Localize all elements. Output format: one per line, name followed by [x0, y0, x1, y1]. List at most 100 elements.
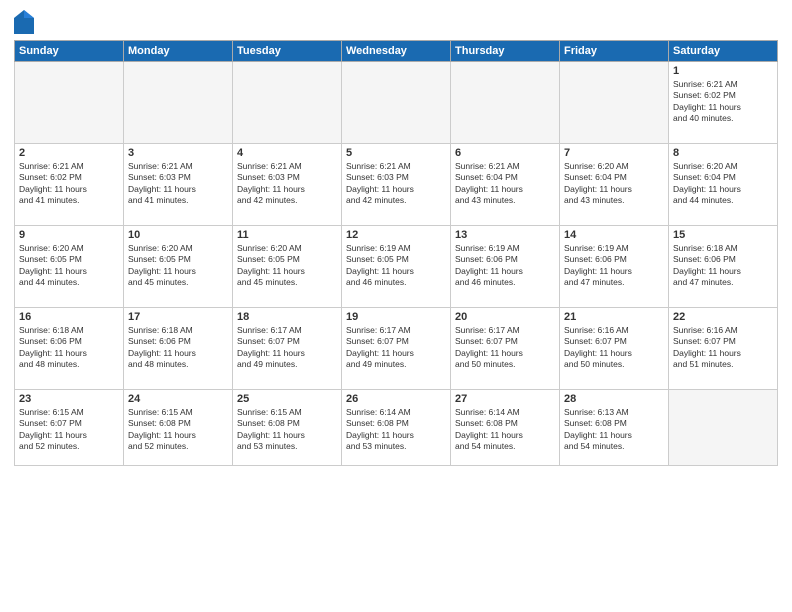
- day-info: Sunrise: 6:19 AM Sunset: 6:05 PM Dayligh…: [346, 243, 446, 289]
- calendar-cell: 10Sunrise: 6:20 AM Sunset: 6:05 PM Dayli…: [124, 226, 233, 308]
- calendar-cell: 8 Sunrise: 6:20 AM Sunset: 6:04 PM Daylig…: [669, 144, 778, 226]
- day-number: 1: [673, 65, 773, 77]
- calendar-cell: 28 Sunrise: 6:13 AM Sunset: 6:08 PM Dayli…: [560, 390, 669, 466]
- calendar-cell: 18 Sunrise: 6:17 AM Sunset: 6:07 PM Dayli…: [233, 308, 342, 390]
- day-info: Sunrise: 6:16 AM Sunset: 6:07 PM Dayligh…: [673, 325, 773, 371]
- calendar-week-row: 9 Sunrise: 6:20 AM Sunset: 6:05 PM Daylig…: [15, 226, 778, 308]
- calendar-cell: 16 Sunrise: 6:18 AM Sunset: 6:06 PM Dayli…: [15, 308, 124, 390]
- calendar-table: SundayMondayTuesdayWednesdayThursdayFrid…: [14, 40, 778, 466]
- day-info: Sunrise: 6:21 AM Sunset: 6:02 PM Dayligh…: [673, 79, 773, 125]
- day-info: Sunrise: 6:19 AM Sunset: 6:06 PM Dayligh…: [455, 243, 555, 289]
- calendar-cell: 21 Sunrise: 6:16 AM Sunset: 6:07 PM Dayli…: [560, 308, 669, 390]
- day-number: 12: [346, 229, 446, 241]
- day-info: Sunrise: 6:17 AM Sunset: 6:07 PM Dayligh…: [346, 325, 446, 371]
- calendar-cell: 23Sunrise: 6:15 AM Sunset: 6:07 PM Dayli…: [15, 390, 124, 466]
- day-number: 25: [237, 393, 337, 405]
- day-number: 2: [19, 147, 119, 159]
- calendar-cell: [342, 62, 451, 144]
- day-header-monday: Monday: [124, 41, 233, 62]
- day-info: Sunrise: 6:21 AM Sunset: 6:03 PM Dayligh…: [237, 161, 337, 207]
- day-info: Sunrise: 6:18 AM Sunset: 6:06 PM Dayligh…: [128, 325, 228, 371]
- day-info: Sunrise: 6:18 AM Sunset: 6:06 PM Dayligh…: [19, 325, 119, 371]
- calendar-cell: 11 Sunrise: 6:20 AM Sunset: 6:05 PM Dayli…: [233, 226, 342, 308]
- calendar-cell: 13 Sunrise: 6:19 AM Sunset: 6:06 PM Dayli…: [451, 226, 560, 308]
- day-number: 26: [346, 393, 446, 405]
- calendar-cell: 3Sunrise: 6:21 AM Sunset: 6:03 PM Daylig…: [124, 144, 233, 226]
- calendar-cell: [233, 62, 342, 144]
- day-number: 21: [564, 311, 664, 323]
- calendar-cell: [560, 62, 669, 144]
- day-header-wednesday: Wednesday: [342, 41, 451, 62]
- day-number: 17: [128, 311, 228, 323]
- day-number: 7: [564, 147, 664, 159]
- day-info: Sunrise: 6:16 AM Sunset: 6:07 PM Dayligh…: [564, 325, 664, 371]
- day-info: Sunrise: 6:21 AM Sunset: 6:03 PM Dayligh…: [128, 161, 228, 207]
- calendar-cell: [124, 62, 233, 144]
- calendar-cell: 19 Sunrise: 6:17 AM Sunset: 6:07 PM Dayli…: [342, 308, 451, 390]
- calendar-cell: 12 Sunrise: 6:19 AM Sunset: 6:05 PM Dayli…: [342, 226, 451, 308]
- calendar-cell: 17 Sunrise: 6:18 AM Sunset: 6:06 PM Dayli…: [124, 308, 233, 390]
- day-number: 8: [673, 147, 773, 159]
- day-number: 15: [673, 229, 773, 241]
- day-info: Sunrise: 6:13 AM Sunset: 6:08 PM Dayligh…: [564, 407, 664, 453]
- calendar-cell: 5 Sunrise: 6:21 AM Sunset: 6:03 PM Daylig…: [342, 144, 451, 226]
- day-number: 28: [564, 393, 664, 405]
- calendar-cell: 22 Sunrise: 6:16 AM Sunset: 6:07 PM Dayli…: [669, 308, 778, 390]
- day-number: 22: [673, 311, 773, 323]
- logo-icon: [14, 10, 34, 34]
- calendar-week-row: 16 Sunrise: 6:18 AM Sunset: 6:06 PM Dayli…: [15, 308, 778, 390]
- day-number: 20: [455, 311, 555, 323]
- calendar-cell: 7 Sunrise: 6:20 AM Sunset: 6:04 PM Daylig…: [560, 144, 669, 226]
- day-number: 18: [237, 311, 337, 323]
- calendar-cell: 25 Sunrise: 6:15 AM Sunset: 6:08 PM Dayli…: [233, 390, 342, 466]
- day-number: 5: [346, 147, 446, 159]
- day-info: Sunrise: 6:21 AM Sunset: 6:04 PM Dayligh…: [455, 161, 555, 207]
- page: SundayMondayTuesdayWednesdayThursdayFrid…: [0, 0, 792, 612]
- calendar-cell: 20 Sunrise: 6:17 AM Sunset: 6:07 PM Dayli…: [451, 308, 560, 390]
- day-info: Sunrise: 6:21 AM Sunset: 6:02 PM Dayligh…: [19, 161, 119, 207]
- day-info: Sunrise: 6:20 AM Sunset: 6:04 PM Dayligh…: [673, 161, 773, 207]
- day-number: 23: [19, 393, 119, 405]
- calendar-cell: [15, 62, 124, 144]
- calendar-cell: 9 Sunrise: 6:20 AM Sunset: 6:05 PM Daylig…: [15, 226, 124, 308]
- calendar-header-row: SundayMondayTuesdayWednesdayThursdayFrid…: [15, 41, 778, 62]
- day-number: 27: [455, 393, 555, 405]
- day-header-thursday: Thursday: [451, 41, 560, 62]
- calendar-cell: 15Sunrise: 6:18 AM Sunset: 6:06 PM Dayli…: [669, 226, 778, 308]
- calendar-cell: 4 Sunrise: 6:21 AM Sunset: 6:03 PM Daylig…: [233, 144, 342, 226]
- day-info: Sunrise: 6:20 AM Sunset: 6:04 PM Dayligh…: [564, 161, 664, 207]
- day-number: 14: [564, 229, 664, 241]
- day-info: Sunrise: 6:21 AM Sunset: 6:03 PM Dayligh…: [346, 161, 446, 207]
- day-info: Sunrise: 6:15 AM Sunset: 6:08 PM Dayligh…: [128, 407, 228, 453]
- calendar-week-row: 2 Sunrise: 6:21 AM Sunset: 6:02 PM Daylig…: [15, 144, 778, 226]
- day-info: Sunrise: 6:20 AM Sunset: 6:05 PM Dayligh…: [237, 243, 337, 289]
- day-info: Sunrise: 6:19 AM Sunset: 6:06 PM Dayligh…: [564, 243, 664, 289]
- day-info: Sunrise: 6:17 AM Sunset: 6:07 PM Dayligh…: [237, 325, 337, 371]
- calendar-cell: [669, 390, 778, 466]
- day-info: Sunrise: 6:14 AM Sunset: 6:08 PM Dayligh…: [346, 407, 446, 453]
- header: [14, 10, 778, 34]
- calendar-week-row: 23Sunrise: 6:15 AM Sunset: 6:07 PM Dayli…: [15, 390, 778, 466]
- day-number: 9: [19, 229, 119, 241]
- day-number: 16: [19, 311, 119, 323]
- day-header-tuesday: Tuesday: [233, 41, 342, 62]
- calendar-cell: 26 Sunrise: 6:14 AM Sunset: 6:08 PM Dayli…: [342, 390, 451, 466]
- day-number: 11: [237, 229, 337, 241]
- day-number: 19: [346, 311, 446, 323]
- day-header-sunday: Sunday: [15, 41, 124, 62]
- day-info: Sunrise: 6:14 AM Sunset: 6:08 PM Dayligh…: [455, 407, 555, 453]
- calendar-cell: 14 Sunrise: 6:19 AM Sunset: 6:06 PM Dayli…: [560, 226, 669, 308]
- calendar-cell: [451, 62, 560, 144]
- day-info: Sunrise: 6:15 AM Sunset: 6:08 PM Dayligh…: [237, 407, 337, 453]
- logo: [14, 10, 36, 34]
- calendar-cell: 27 Sunrise: 6:14 AM Sunset: 6:08 PM Dayli…: [451, 390, 560, 466]
- day-number: 24: [128, 393, 228, 405]
- day-header-friday: Friday: [560, 41, 669, 62]
- calendar-cell: 2 Sunrise: 6:21 AM Sunset: 6:02 PM Daylig…: [15, 144, 124, 226]
- day-number: 4: [237, 147, 337, 159]
- day-info: Sunrise: 6:17 AM Sunset: 6:07 PM Dayligh…: [455, 325, 555, 371]
- calendar-cell: 1 Sunrise: 6:21 AM Sunset: 6:02 PM Daylig…: [669, 62, 778, 144]
- day-number: 13: [455, 229, 555, 241]
- day-number: 6: [455, 147, 555, 159]
- day-info: Sunrise: 6:20 AM Sunset: 6:05 PM Dayligh…: [19, 243, 119, 289]
